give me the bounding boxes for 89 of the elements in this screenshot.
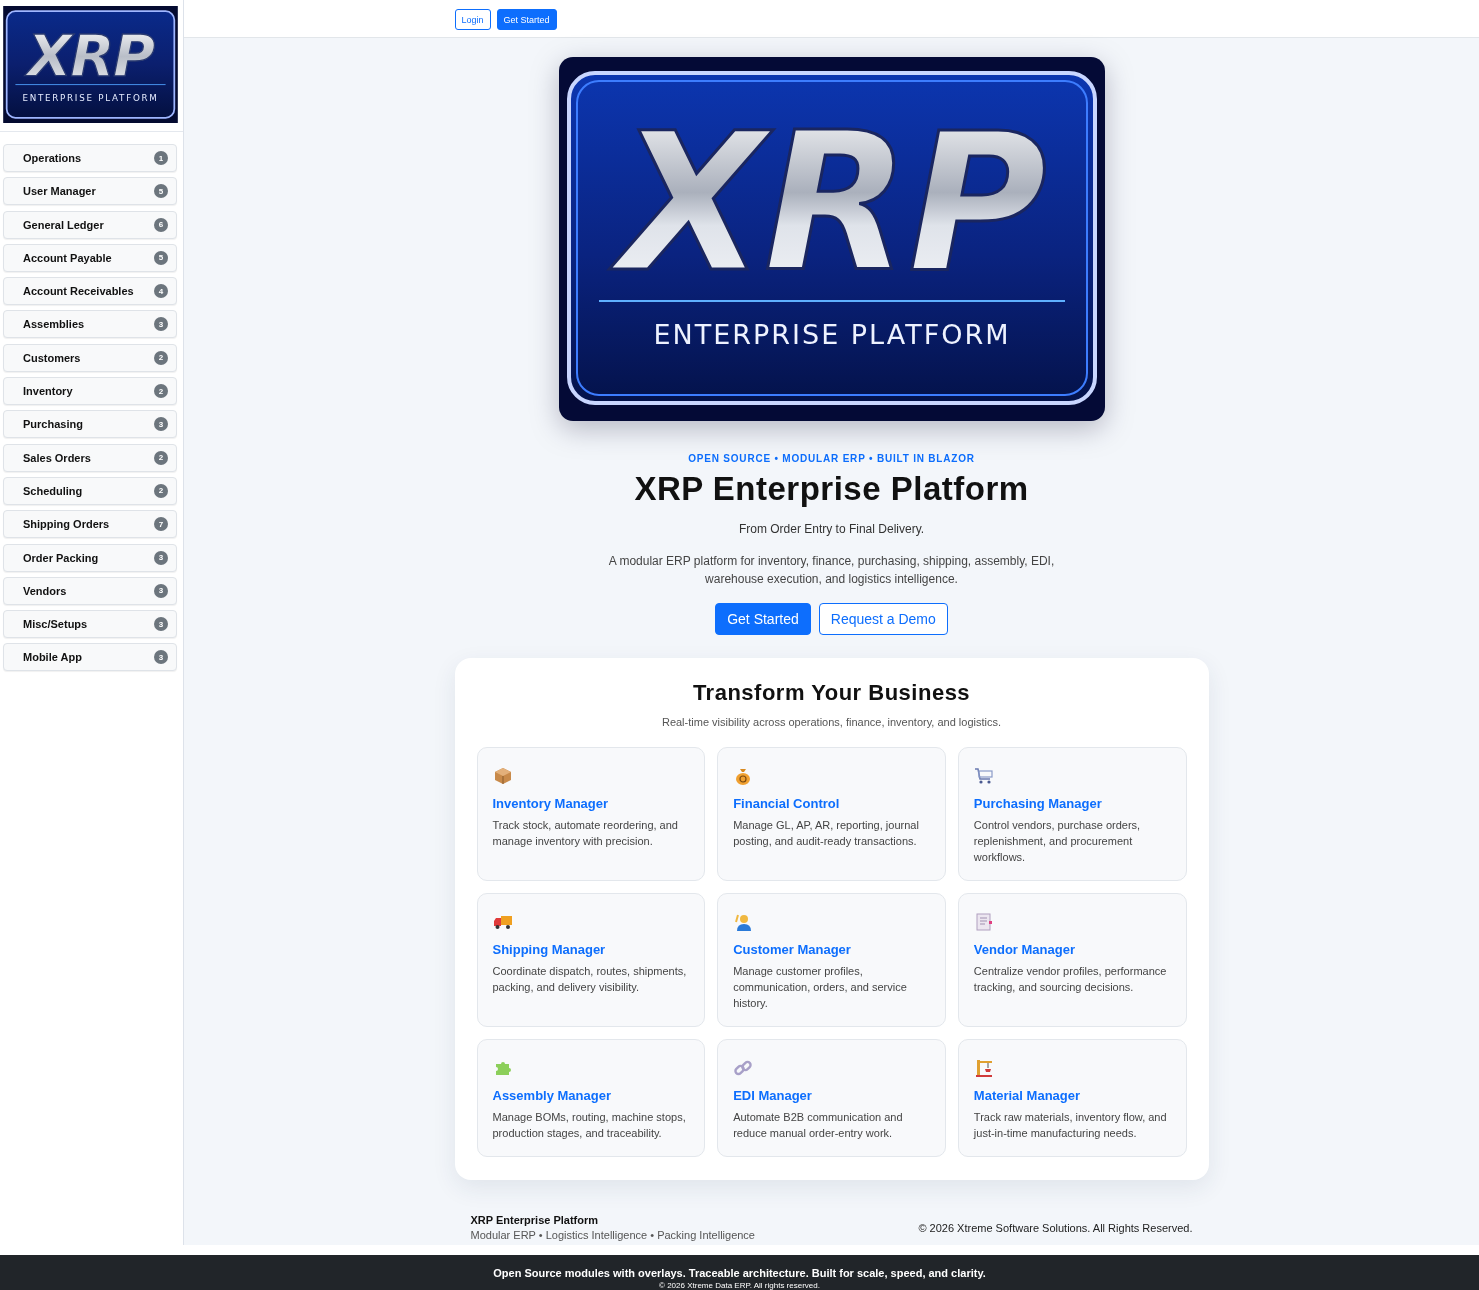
footer-brand: XRP Enterprise Platform — [470, 1214, 600, 1226]
eyebrow-text: OPEN SOURCE • MODULAR ERP • BUILT IN BLAZOR — [688, 453, 975, 464]
section-title: Transform Your Business — [692, 680, 971, 706]
card-title: Customer Manager — [733, 942, 852, 957]
count-badge: 3 — [154, 550, 168, 565]
card-title: Assembly Manager — [492, 1088, 612, 1103]
nav-label: Assemblies — [23, 318, 85, 331]
nav-label: Shipping Orders — [23, 518, 110, 531]
nav-label: Operations — [23, 152, 82, 164]
section-subtitle: Real-time visibility across operations, finance, inventory, and logistics. — [661, 716, 1002, 728]
nav-item[interactable]: Shipping Orders 7 — [3, 510, 177, 539]
count-badge: 2 — [154, 384, 168, 399]
count-badge: 5 — [154, 250, 168, 265]
count-badge: 3 — [154, 583, 168, 598]
nav-label: Customers — [23, 351, 81, 364]
card-text: Coordinate dispatch, routes, shipments, packing, and delivery visibility. — [492, 964, 688, 995]
logo: XRP ENTERPRISE PLATFORM — [3, 6, 178, 123]
nav-item[interactable]: Mobile App 3 — [3, 643, 177, 672]
nav-label: Purchasing — [23, 418, 83, 431]
nav-label: Vendors — [23, 584, 67, 597]
nav-item[interactable]: Purchasing 3 — [3, 410, 177, 439]
get-started-button[interactable]: Get Started — [496, 9, 557, 30]
card-text: Automate B2B communication and reduce manual order-entry work. — [733, 1110, 904, 1141]
person-icon — [733, 912, 754, 932]
count-badge: 2 — [154, 450, 168, 465]
nav-item[interactable]: Vendors 3 — [3, 576, 177, 605]
nav-item[interactable]: Misc/Setups 3 — [3, 610, 177, 639]
card-title: Vendor Manager — [973, 942, 1076, 957]
get-started-button[interactable]: Get Started — [715, 603, 811, 635]
count-badge: 5 — [154, 184, 168, 199]
nav-item[interactable]: Inventory 2 — [3, 377, 177, 406]
card-text: Track stock, automate reordering, and manage inventory with precision. — [492, 818, 679, 849]
nav-item[interactable]: Assemblies 3 — [3, 310, 177, 339]
bottom-bar-copyright: © 2026 Xtreme Data ERP. All rights reserved. — [658, 1281, 821, 1290]
document-icon — [973, 912, 994, 932]
link-icon — [733, 1058, 754, 1078]
nav-label: Account Receivables — [23, 285, 134, 298]
card-title: Purchasing Manager — [973, 796, 1103, 811]
nav-item[interactable]: General Ledger 6 — [3, 210, 177, 239]
footer-copyright: © 2026 Xtreme Software Solutions. All Rights Reserved. — [918, 1221, 1193, 1234]
card-text: Manage GL, AP, AR, reporting, journal posting, and audit-ready transactions. — [733, 818, 920, 849]
nav-item[interactable]: Operations 1 — [3, 144, 177, 172]
hero-logo: XRP ENTERPRISE PLATFORM — [558, 57, 1105, 421]
footer-tags: Modular ERP • Logistics Intelligence • Packing Intelligence — [470, 1229, 755, 1241]
login-button[interactable]: Login — [454, 9, 491, 30]
nav-item[interactable]: Customers 2 — [3, 343, 177, 372]
count-badge: 1 — [154, 151, 168, 165]
description: A modular ERP platform for inventory, finance, purchasing, shipping, assembly, EDI, warehouse execution, and logistics intelligence. — [607, 553, 1056, 588]
count-badge: 3 — [154, 617, 168, 632]
request-demo-button[interactable]: Request a Demo — [818, 603, 948, 635]
nav-label: Mobile App — [23, 651, 82, 664]
nav-label: User Manager — [23, 185, 96, 198]
card-text: Control vendors, purchase orders, replenishment, and procurement workflows. — [973, 818, 1142, 865]
nav-label: Inventory — [23, 385, 73, 398]
nav-label: Order Packing — [23, 551, 99, 564]
count-badge: 2 — [154, 483, 168, 498]
nav-label: Sales Orders — [23, 451, 91, 464]
card-text: Manage BOMs, routing, machine stops, production stages, and traceability. — [492, 1110, 687, 1141]
count-badge: 4 — [154, 284, 168, 299]
cart-icon — [973, 766, 994, 786]
nav-label: Misc/Setups — [23, 618, 88, 631]
hero-title: XRP Enterprise Platform — [634, 470, 1029, 508]
nav-label: Account Payable — [23, 251, 112, 264]
card-text: Centralize vendor profiles, performance tracking, and sourcing decisions. — [973, 964, 1168, 995]
card-title: Financial Control — [733, 796, 841, 811]
count-badge: 2 — [154, 350, 168, 365]
card-text: Manage customer profiles, communication, orders, and service history. — [733, 964, 908, 1011]
card-title: Shipping Manager — [492, 942, 607, 957]
count-badge: 6 — [154, 217, 168, 232]
nav-item[interactable]: Sales Orders 2 — [3, 443, 177, 472]
nav-item[interactable]: Account Payable 5 — [3, 243, 177, 272]
nav-label: General Ledger — [23, 218, 104, 231]
tagline: From Order Entry to Final Delivery. — [738, 522, 925, 536]
nav-item[interactable]: Order Packing 3 — [3, 543, 177, 572]
count-badge: 3 — [154, 417, 168, 432]
card-title: EDI Manager — [733, 1088, 813, 1103]
count-badge: 7 — [154, 517, 168, 532]
card-text: Track raw materials, inventory flow, and just-in-time manufacturing needs. — [973, 1110, 1168, 1141]
box-icon — [492, 766, 513, 786]
crane-icon — [973, 1058, 994, 1078]
nav-item[interactable]: Account Receivables 4 — [3, 277, 177, 306]
card-title: Inventory Manager — [492, 796, 610, 811]
count-badge: 3 — [154, 317, 168, 332]
nav-item[interactable]: Scheduling 2 — [3, 476, 177, 505]
nav-item[interactable]: User Manager 5 — [3, 177, 177, 206]
card-title: Material Manager — [973, 1088, 1082, 1103]
count-badge: 3 — [154, 650, 168, 665]
bottom-bar-text: Open Source modules with overlays. Traceable architecture. Built for scale, speed, and clarity. — [492, 1267, 987, 1280]
nav-label: Scheduling — [23, 484, 83, 497]
